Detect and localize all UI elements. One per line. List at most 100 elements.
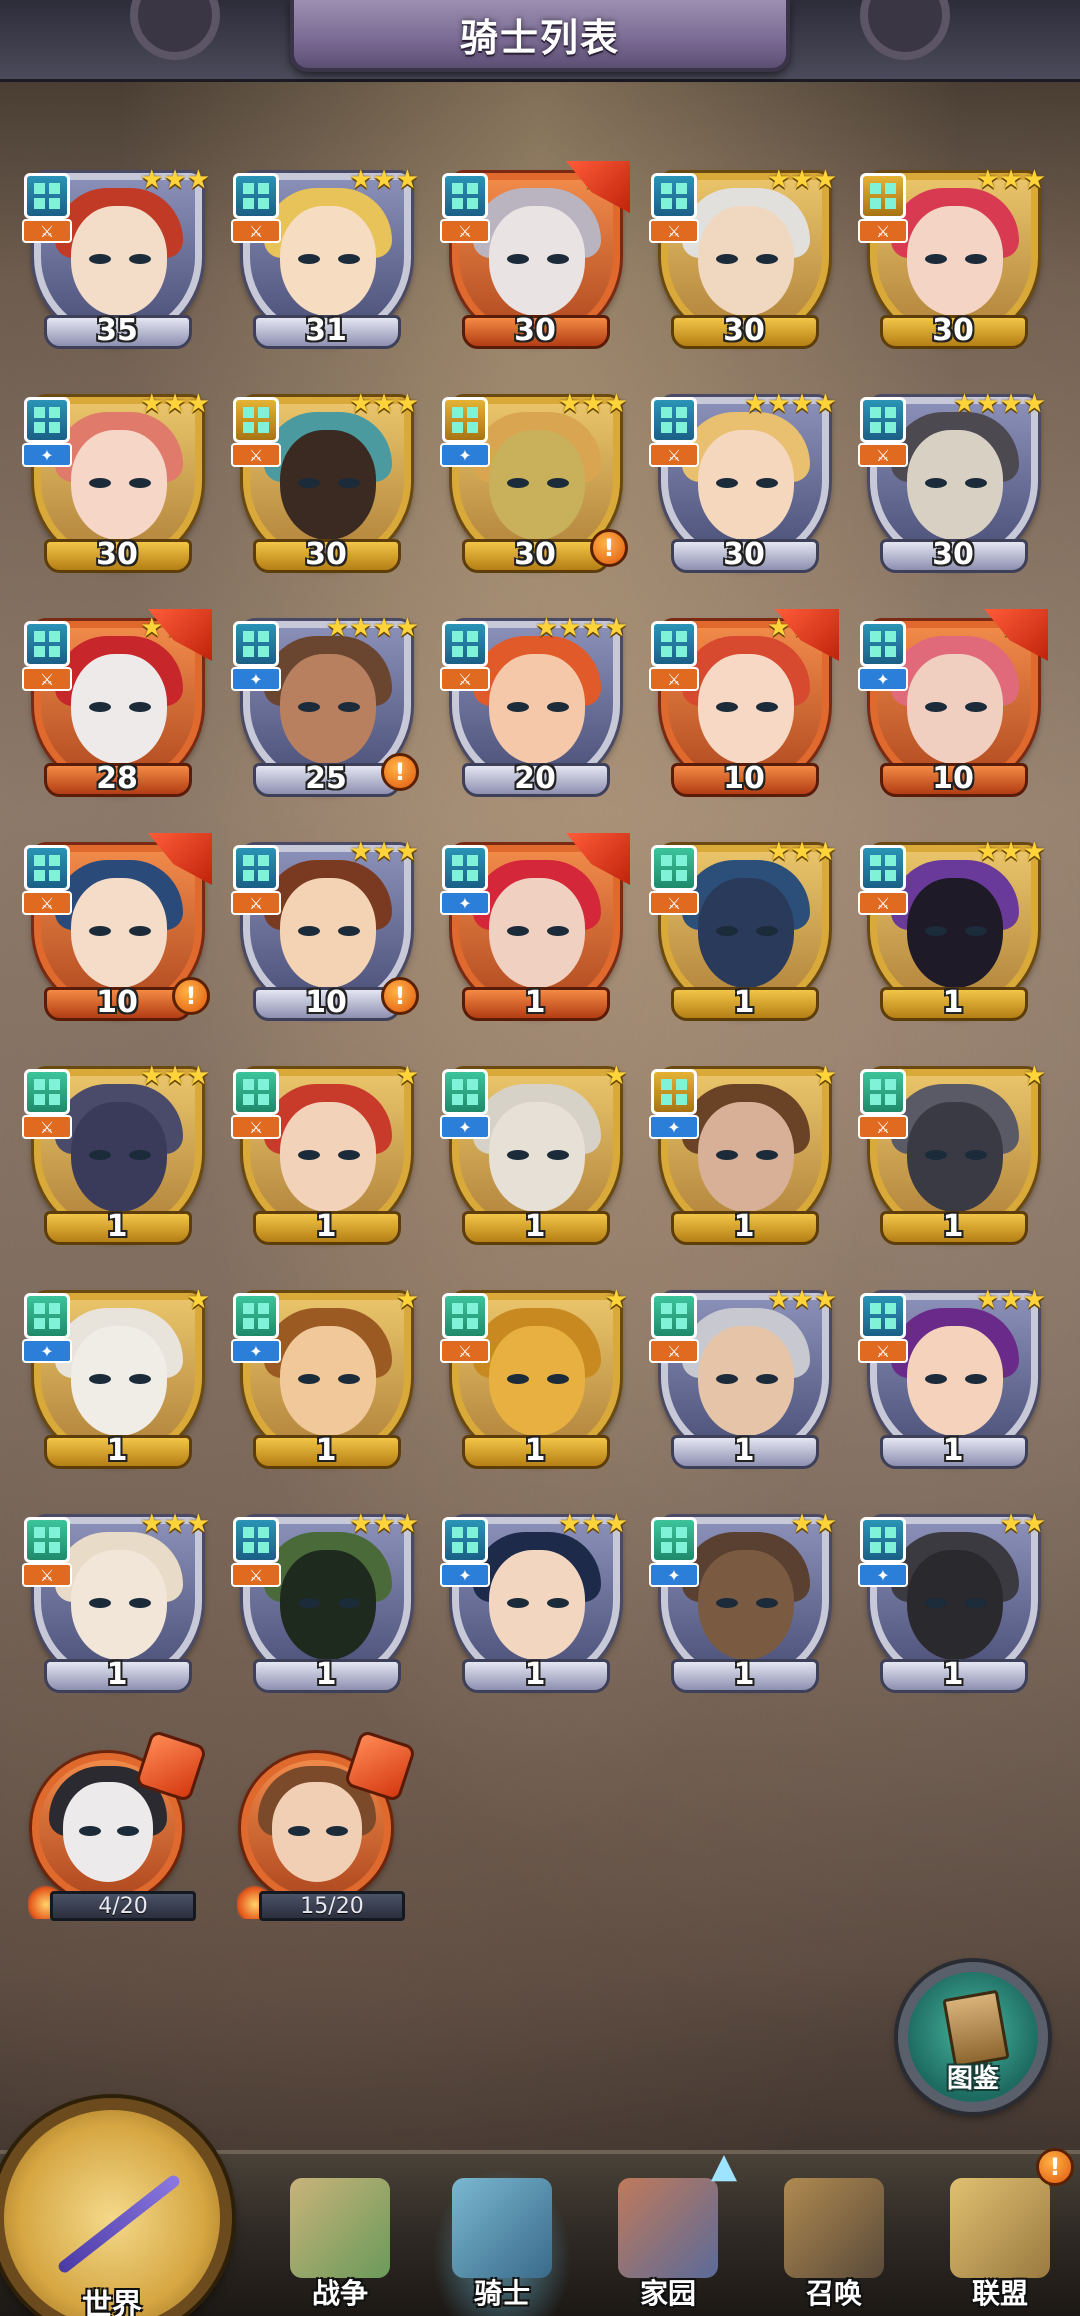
knight-card[interactable]: 1 ★ ⚔ xyxy=(231,1061,421,1261)
knight-card[interactable]: 1 ★ ⚔ xyxy=(440,1285,630,1485)
knight-card[interactable]: 1 ★ ★ ✦ xyxy=(858,1509,1048,1709)
alert-badge: ! xyxy=(381,753,419,791)
knight-level: 1 xyxy=(733,1657,755,1692)
knight-card[interactable]: 10★★✦ xyxy=(858,609,1048,813)
alliance-icon xyxy=(950,2178,1050,2278)
star-rating: ★ xyxy=(814,1061,837,1091)
knight-card[interactable]: 1 ★ ★ ★ ✦ xyxy=(440,1509,630,1709)
knight-card[interactable]: 30 ★ ★ ★ ⚔ xyxy=(858,165,1048,365)
nav-world[interactable]: 世界 xyxy=(0,2098,232,2316)
class-grid-icon xyxy=(651,173,697,219)
knight-card[interactable]: 25 ★ ★ ★ ★ ✦! xyxy=(231,613,421,813)
star-rating: ★★★ xyxy=(558,389,628,419)
knight-level: 1 xyxy=(942,1209,964,1244)
knight-card[interactable]: 30 ★ ★ ★ ✦! xyxy=(440,389,630,589)
star-icon: ★ xyxy=(767,389,791,419)
knight-card[interactable]: 28★★★⚔ xyxy=(22,609,212,813)
knight-card[interactable]: 35 ★ ★ ★ ⚔ xyxy=(22,165,212,365)
star-rating: ★★★ xyxy=(976,165,1046,195)
knight-card[interactable]: 1 ★ ★ ★ ⚔ xyxy=(22,1509,212,1709)
knight-card[interactable]: 1★✦ xyxy=(440,833,630,1037)
knight-card[interactable]: 1 ★ ★ ★ ⚔ xyxy=(649,1285,839,1485)
knight-card[interactable]: 20 ★ ★ ★ ★ ⚔ xyxy=(440,613,630,813)
knight-card[interactable]: 1★✦ xyxy=(231,1285,421,1485)
nav-war[interactable]: 战争 xyxy=(270,2168,410,2316)
knight-card[interactable]: 1 ★ ★ ✦ xyxy=(649,1509,839,1709)
knight-card[interactable]: 10★★★⚔ xyxy=(649,609,839,813)
shield-icon: ✦ xyxy=(649,1115,699,1139)
star-rating: ★★★ xyxy=(349,837,419,867)
knight-card[interactable]: 30 ★ ★ ★ ✦ xyxy=(22,389,212,589)
class-grid-icon xyxy=(24,173,70,219)
sword-icon: ⚔ xyxy=(858,219,908,243)
shield-icon: ✦ xyxy=(858,667,908,691)
star-icon: ★ xyxy=(790,1509,814,1539)
star-icon: ★ xyxy=(186,1061,210,1091)
knight-card[interactable]: 10★⚔! xyxy=(22,833,212,1037)
nav-home[interactable]: 家园 xyxy=(598,2168,738,2316)
star-icon: ★ xyxy=(349,613,373,643)
knight-card[interactable]: 1★✦ xyxy=(649,1061,839,1261)
class-grid-icon xyxy=(651,397,697,443)
knight-card[interactable]: 1 ★ ★ ★ ⚔ xyxy=(858,837,1048,1037)
star-icon: ★ xyxy=(813,1061,837,1091)
class-grid-icon xyxy=(233,845,279,891)
shard-progress: 4/20 xyxy=(50,1891,196,1921)
class-grid-icon xyxy=(442,1293,488,1339)
gear-icon xyxy=(130,0,220,60)
nav-alliance-label: 联盟 xyxy=(971,2277,1028,2310)
knight-card[interactable]: 30 ★ ★ ★ ⚔ xyxy=(649,165,839,365)
alert-badge: ! xyxy=(381,977,419,1015)
class-grid-icon xyxy=(860,1293,906,1339)
knight-card[interactable]: 31 ★ ★ ★ ⚔ xyxy=(231,165,421,365)
class-grid-icon xyxy=(651,845,697,891)
sword-icon: ⚔ xyxy=(231,1115,281,1139)
star-icon: ★ xyxy=(813,837,837,867)
nav-knight[interactable]: 骑士 xyxy=(432,2168,572,2316)
star-icon: ★ xyxy=(558,1509,582,1539)
knight-level: 1 xyxy=(942,985,964,1020)
class-grid-icon xyxy=(233,621,279,667)
class-grid-icon xyxy=(24,1517,70,1563)
sword-icon: ⚔ xyxy=(22,667,72,691)
star-icon: ★ xyxy=(1022,1509,1046,1539)
nav-knight-label: 骑士 xyxy=(473,2277,530,2310)
sword-icon: ⚔ xyxy=(440,1339,490,1363)
page-title-plate: 骑士列表 xyxy=(290,0,790,72)
class-grid-icon xyxy=(860,397,906,443)
nav-summon[interactable]: 召唤 xyxy=(764,2168,904,2316)
knight-card[interactable]: 30 ★ ★ ★ ★ ⚔ xyxy=(649,389,839,589)
knight-card[interactable]: 1 ★ ★ ★ ⚔ xyxy=(22,1061,212,1261)
star-rating: ★★★ xyxy=(140,1509,210,1539)
star-icon: ★ xyxy=(581,613,605,643)
knight-card[interactable]: 1★✦ xyxy=(22,1285,212,1485)
star-icon: ★ xyxy=(790,1285,814,1315)
class-grid-icon xyxy=(860,173,906,219)
star-icon: ★ xyxy=(186,165,210,195)
star-icon: ★ xyxy=(140,1061,164,1091)
star-icon: ★ xyxy=(349,837,373,867)
star-icon: ★ xyxy=(395,1285,419,1315)
knight-card[interactable]: 10 ★ ★ ★ ⚔! xyxy=(231,837,421,1037)
knight-card[interactable]: 1★✦ xyxy=(440,1061,630,1261)
codex-button[interactable]: 图鉴 xyxy=(898,1962,1048,2112)
knight-card[interactable]: 30★★⚔ xyxy=(440,161,630,365)
knight-card[interactable]: 1 ★ ★ ★ ⚔ xyxy=(231,1509,421,1709)
knight-shard-card[interactable]: 4/20 xyxy=(22,1729,212,1933)
star-icon: ★ xyxy=(1022,389,1046,419)
star-icon: ★ xyxy=(604,1509,628,1539)
star-rating: ★★★ xyxy=(349,389,419,419)
class-grid-icon xyxy=(860,621,906,667)
class-grid-icon xyxy=(860,845,906,891)
knight-card[interactable]: 1 ★ ★ ★ ⚔ xyxy=(858,1285,1048,1485)
knight-card[interactable]: 30 ★ ★ ★ ⚔ xyxy=(231,389,421,589)
knight-card[interactable]: 30 ★ ★ ★ ★ ⚔ xyxy=(858,389,1048,589)
shield-icon: ✦ xyxy=(22,443,72,467)
knight-shard-card[interactable]: 15/20 xyxy=(231,1729,421,1933)
knight-card[interactable]: 1 ★ ⚔ xyxy=(858,1061,1048,1261)
nav-alliance[interactable]: 联盟 xyxy=(930,2168,1070,2316)
star-icon: ★ xyxy=(140,165,164,195)
star-icon: ★ xyxy=(395,1509,419,1539)
knight-card[interactable]: 1 ★ ★ ★ ⚔ xyxy=(649,837,839,1037)
star-icon: ★ xyxy=(372,165,396,195)
